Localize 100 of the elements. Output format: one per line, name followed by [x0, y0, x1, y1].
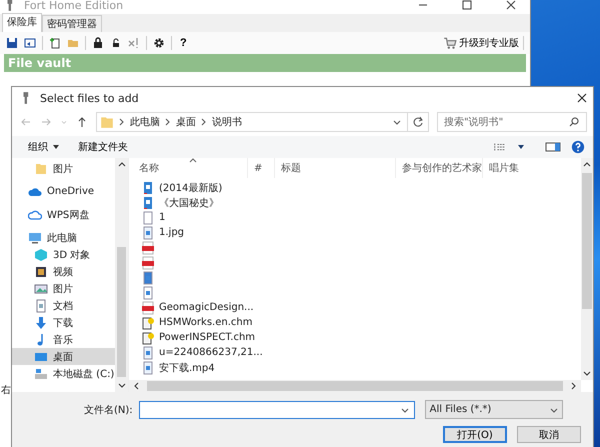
file-name[interactable]: (2014最新版): [159, 180, 222, 194]
maximize-icon[interactable]: [462, 0, 472, 10]
column-header[interactable]: 标题: [275, 158, 396, 178]
scroll-down-icon[interactable]: [583, 369, 591, 377]
breadcrumb-item[interactable]: 说明书: [212, 115, 242, 129]
horizontal-scrollbar[interactable]: [129, 380, 581, 392]
cancel-button[interactable]: 取消: [517, 426, 581, 443]
file-name[interactable]: PowerINSPECT.chm: [159, 332, 256, 343]
video-file-icon: [141, 360, 155, 374]
filename-label: 文件名(N):: [84, 404, 133, 416]
file-name[interactable]: 1: [159, 212, 166, 223]
caret-icon: [52, 143, 60, 151]
column-header[interactable]: #: [248, 158, 275, 178]
search-field[interactable]: 搜索"说明书": [437, 112, 587, 132]
status-text: 右: [0, 384, 11, 397]
folder-icon: [100, 115, 114, 129]
document-icon: [34, 298, 48, 312]
tab[interactable]: 保险库: [2, 13, 42, 32]
open-button[interactable]: 打开(O): [443, 426, 507, 443]
unlock-icon[interactable]: [110, 37, 122, 49]
tab[interactable]: 密码管理器: [42, 15, 102, 32]
video-icon: [34, 264, 48, 278]
help-icon[interactable]: [571, 140, 585, 154]
nav-item[interactable]: 图片: [12, 280, 115, 297]
scroll-up-icon[interactable]: [118, 161, 126, 169]
organize-button[interactable]: 组织: [24, 140, 64, 154]
upgrade-button[interactable]: 升级到专业版: [439, 36, 524, 50]
new-file-icon[interactable]: [49, 37, 61, 49]
download-icon: [34, 316, 48, 330]
cloud-outline-icon: [28, 208, 42, 222]
cart-icon: [443, 36, 457, 50]
column-header[interactable]: 唱片集: [483, 158, 559, 178]
help-button[interactable]: ?: [178, 37, 189, 49]
up-arrow-icon[interactable]: [76, 116, 88, 128]
chm-file-icon: [141, 330, 155, 344]
file-name[interactable]: 安下载.mp4: [159, 360, 215, 374]
nav-item[interactable]: 文档: [12, 297, 115, 314]
search-icon: [568, 116, 580, 128]
nav-item[interactable]: WPS网盘: [12, 206, 115, 223]
delete-icon[interactable]: [128, 37, 140, 49]
scroll-right-icon[interactable]: [569, 382, 577, 390]
address-bar[interactable]: 此电脑 桌面 说明书: [96, 112, 429, 132]
pdf-file-icon: [141, 256, 155, 270]
chevron-icon: [165, 118, 171, 126]
pdf-file-icon: [141, 300, 155, 314]
nav-item[interactable]: 此电脑: [12, 229, 115, 246]
window-icon[interactable]: [24, 37, 36, 49]
column-header[interactable]: 参与创作的艺术家: [396, 158, 483, 178]
pictures-icon: [34, 282, 48, 296]
ebook-file-icon: [141, 180, 155, 194]
breadcrumb-item[interactable]: 桌面: [176, 115, 196, 129]
new-folder-button[interactable]: 新建文件夹: [74, 140, 132, 154]
close-icon[interactable]: [577, 93, 587, 103]
window-title: Fort Home Edition: [24, 0, 124, 12]
folder-icon: [34, 162, 48, 176]
file-name[interactable]: GeomagicDesign...: [159, 302, 254, 313]
vault-header: File vault: [4, 54, 526, 72]
nav-item[interactable]: 图片: [12, 160, 115, 177]
picture-file-icon: [141, 270, 155, 284]
word-file-icon: [141, 286, 155, 300]
scroll-up-icon[interactable]: [583, 161, 591, 169]
settings-icon[interactable]: [153, 37, 165, 49]
image-file-icon: [141, 226, 155, 240]
cube-icon: [34, 248, 48, 262]
scrollbar[interactable]: [115, 158, 128, 392]
close-icon[interactable]: [506, 0, 516, 10]
image-file-icon: [141, 346, 155, 360]
file-name[interactable]: HSMWorks.en.chm: [159, 317, 252, 328]
lock-icon[interactable]: [92, 37, 104, 49]
scroll-left-icon[interactable]: [133, 382, 141, 390]
chevron-icon: [119, 118, 125, 126]
nav-item[interactable]: OneDrive: [12, 183, 115, 200]
blank-file-icon: [141, 210, 155, 224]
caret-icon[interactable]: [517, 143, 525, 151]
file-name[interactable]: 1.jpg: [159, 227, 184, 238]
chevron-icon: [201, 118, 207, 126]
dropdown-icon: [550, 406, 558, 414]
file-type-dropdown[interactable]: All Files (*.*): [424, 400, 563, 419]
pdf-file-icon: [141, 240, 155, 254]
nav-item[interactable]: 下载: [12, 314, 115, 331]
nav-item[interactable]: 本地磁盘 (C:): [12, 365, 115, 382]
file-name[interactable]: 《大国秘史》: [159, 196, 219, 210]
nav-item[interactable]: 音乐: [12, 331, 115, 348]
preview-pane-icon[interactable]: [545, 141, 561, 153]
nav-item[interactable]: 桌面: [12, 348, 115, 365]
sort-caret-icon: [189, 158, 197, 163]
nav-item[interactable]: 3D 对象: [12, 246, 115, 263]
ebook-file-icon: [141, 196, 155, 210]
filename-field[interactable]: [138, 400, 415, 418]
chm-file-icon: [141, 316, 155, 330]
dropdown-icon: [400, 406, 409, 414]
nav-item[interactable]: 视频: [12, 263, 115, 280]
dialog-title: Select files to add: [40, 92, 139, 104]
file-name[interactable]: u=2240866237,21...: [159, 347, 263, 358]
save-icon[interactable]: [6, 37, 18, 49]
column-header[interactable]: 名称: [133, 158, 248, 178]
scroll-down-icon[interactable]: [118, 381, 126, 389]
drive-icon: [34, 366, 48, 380]
scrollbar[interactable]: [581, 158, 593, 380]
breadcrumb-item[interactable]: 此电脑: [130, 115, 160, 129]
